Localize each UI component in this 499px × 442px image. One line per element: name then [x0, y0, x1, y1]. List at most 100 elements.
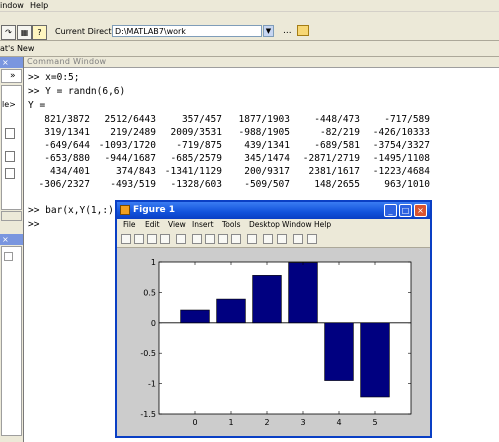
matrix-cell: -2871/2719: [302, 153, 360, 164]
matrix-cell: -82/219: [319, 127, 360, 138]
bar-chart: -1.5 -1 -0.5 0 0.5 1 0 1 2 3 4 5: [140, 258, 412, 427]
menu-help[interactable]: Help: [30, 0, 48, 11]
figure-titlebar[interactable]: Figure 1 _ □ ×: [117, 202, 430, 219]
figure-menu-view[interactable]: View: [168, 220, 186, 230]
minimize-icon[interactable]: _: [384, 204, 397, 217]
redo-icon[interactable]: ↷: [1, 25, 16, 40]
show-plot-tools-icon[interactable]: [307, 234, 317, 244]
bar: [360, 322, 390, 398]
matrix-cell: 219/2489: [110, 127, 156, 138]
figure-menu-edit[interactable]: Edit: [145, 220, 160, 230]
command-window-titlebar: Command Window: [24, 57, 499, 68]
pane-fragment-text: le>: [2, 100, 16, 109]
y-tick-label: 1: [151, 258, 156, 267]
expand-icon[interactable]: [4, 252, 13, 261]
matrix-cell: 2009/3531: [170, 127, 222, 138]
maximize-icon[interactable]: □: [399, 204, 412, 217]
matrix-cell: -649/644: [44, 140, 90, 151]
colorbar-icon[interactable]: [263, 234, 273, 244]
x-tick-label: 4: [336, 418, 341, 427]
y-tick-label: -1: [148, 380, 156, 389]
figure-menu-help[interactable]: Help: [314, 220, 331, 230]
matrix-cell: 434/401: [49, 166, 90, 177]
y-tick-label: -1.5: [140, 410, 156, 419]
x-tick-label: 0: [192, 418, 197, 427]
command-prompt[interactable]: >>: [28, 218, 39, 231]
figure-canvas: -1.5 -1 -0.5 0 0.5 1 0 1 2 3 4 5: [117, 248, 430, 436]
whats-new-link[interactable]: at's New: [0, 43, 34, 54]
matrix-cell: -509/507: [244, 179, 290, 190]
figure-menu-desktop[interactable]: Desktop: [249, 220, 280, 230]
data-cursor-icon[interactable]: [247, 234, 257, 244]
matrix-cell: 2512/6443: [104, 114, 156, 125]
x-tick-label: 3: [300, 418, 305, 427]
file-icon[interactable]: [5, 128, 15, 139]
figure-menu-insert[interactable]: Insert: [192, 220, 214, 230]
matrix-cell: -306/2327: [38, 179, 90, 190]
matrix-cell: -493/519: [110, 179, 156, 190]
new-icon[interactable]: [121, 234, 131, 244]
matrix-cell: 345/1474: [244, 153, 290, 164]
chevron-down-icon[interactable]: ▼: [263, 25, 274, 37]
command-line: >> bar(x,Y(1,:)): [28, 205, 120, 216]
bar: [252, 275, 282, 324]
zoom-in-icon[interactable]: [192, 234, 202, 244]
matrix-cell: -3754/3327: [372, 140, 430, 151]
matrix-cell: -426/10333: [372, 127, 430, 138]
pane-fragment[interactable]: »: [10, 70, 16, 82]
figure-menu-window[interactable]: Window: [282, 220, 312, 230]
simulink-icon[interactable]: ▦: [17, 25, 32, 40]
y-tick-label: 0: [151, 319, 156, 328]
x-tick-label: 1: [228, 418, 233, 427]
current-directory-field[interactable]: D:\MATLAB7\work: [112, 25, 262, 37]
help-icon[interactable]: ?: [32, 25, 47, 40]
file-icon[interactable]: [5, 151, 15, 162]
figure-menu-tools[interactable]: Tools: [222, 220, 240, 230]
matrix-cell: -988/1905: [238, 127, 290, 138]
matrix-cell: 357/457: [181, 114, 222, 125]
command-history-pane[interactable]: [1, 246, 22, 436]
pane-title-bar: ×: [0, 57, 23, 68]
bar: [324, 322, 354, 381]
matrix-cell: 963/1010: [384, 179, 430, 190]
matrix-cell: -448/473: [314, 114, 360, 125]
pane-tab-strip: »: [1, 69, 22, 83]
matrix-cell: -944/1687: [104, 153, 156, 164]
matrix-cell: -1341/1129: [164, 166, 222, 177]
folder-up-icon[interactable]: [297, 25, 309, 36]
matrix-cell: 439/1341: [244, 140, 290, 151]
x-tick-label: 2: [264, 418, 269, 427]
rotate-icon[interactable]: [231, 234, 241, 244]
figure-menu-file[interactable]: File: [123, 220, 136, 230]
matrix-cell: -653/880: [44, 153, 90, 164]
matrix-cell: -1223/4684: [372, 166, 430, 177]
y-tick-label: 0.5: [143, 288, 156, 297]
output-line: Y =: [28, 100, 46, 111]
pointer-icon[interactable]: [176, 234, 186, 244]
print-icon[interactable]: [160, 234, 170, 244]
matrix-cell: -719/875: [176, 140, 222, 151]
file-icon[interactable]: [5, 168, 15, 179]
menu-window[interactable]: indow: [0, 0, 24, 11]
matrix-cell: 148/2655: [314, 179, 360, 190]
save-icon[interactable]: [147, 234, 157, 244]
shortcut-bar: at's New: [0, 41, 499, 57]
matrix-cell: 1877/1903: [238, 114, 290, 125]
hide-plot-tools-icon[interactable]: [293, 234, 303, 244]
pan-icon[interactable]: [218, 234, 228, 244]
open-icon[interactable]: [134, 234, 144, 244]
command-line: >> Y = randn(6,6): [28, 86, 126, 97]
close-icon[interactable]: ×: [2, 234, 9, 245]
matrix-cell: 200/9317: [244, 166, 290, 177]
current-directory-pane[interactable]: le>: [1, 85, 22, 210]
browse-button[interactable]: ...: [283, 25, 292, 37]
command-line: >> x=0:5;: [28, 72, 80, 83]
close-icon[interactable]: ×: [414, 204, 427, 217]
zoom-out-icon[interactable]: [205, 234, 215, 244]
figure-window[interactable]: Figure 1 _ □ × File Edit View Insert Tools De…: [115, 200, 432, 438]
matrix-cell: 2381/1617: [308, 166, 360, 177]
matrix-cell: 374/843: [115, 166, 156, 177]
horizontal-scrollbar[interactable]: [1, 211, 22, 221]
legend-icon[interactable]: [277, 234, 287, 244]
close-icon[interactable]: ×: [2, 57, 9, 68]
